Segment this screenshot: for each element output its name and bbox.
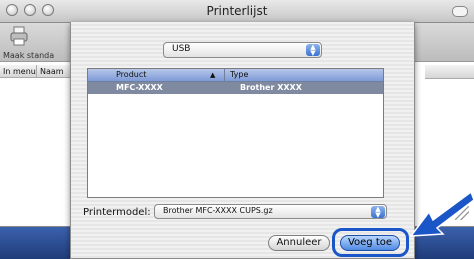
column-divider: [224, 69, 225, 81]
updown-arrows-icon: ▲ ▼: [371, 206, 385, 219]
column-header-product[interactable]: Product: [116, 69, 146, 81]
toolbar-toggle-button[interactable]: [452, 6, 468, 17]
updown-arrows-icon: ▲ ▼: [306, 44, 320, 57]
printer-icon[interactable]: [9, 26, 29, 46]
cancel-button[interactable]: Annuleer: [268, 235, 330, 251]
printer-table: Product ▲ Type MFC-XXXX Brother XXXX: [87, 68, 384, 198]
connection-type-popup[interactable]: USB ▲ ▼: [163, 42, 322, 58]
connection-type-value: USB: [172, 44, 191, 54]
row-product: MFC-XXXX: [116, 83, 163, 92]
printer-model-label: Printermodel:: [83, 207, 151, 218]
column-header-in-menu[interactable]: In menu: [0, 65, 37, 78]
highlight-ring: [332, 228, 409, 257]
printer-model-popup[interactable]: Brother MFC-XXXX CUPS.gz ▲ ▼: [154, 204, 387, 219]
table-header: Product ▲ Type: [88, 69, 383, 82]
row-type: Brother XXXX: [240, 83, 302, 92]
window-title: Printerlijst: [206, 4, 268, 18]
column-header-name[interactable]: Naam: [37, 65, 71, 78]
column-header-type[interactable]: Type: [230, 69, 248, 81]
column-header-extra: [425, 65, 474, 79]
table-row[interactable]: MFC-XXXX Brother XXXX: [88, 82, 383, 94]
printer-model-value: Brother MFC-XXXX CUPS.gz: [163, 206, 273, 215]
title-bar[interactable]: Printerlijst: [0, 0, 474, 23]
sort-ascending-icon: ▲: [210, 71, 216, 79]
pointer-arrow-icon: [409, 190, 474, 237]
make-default-label[interactable]: Maak standa: [3, 51, 54, 60]
